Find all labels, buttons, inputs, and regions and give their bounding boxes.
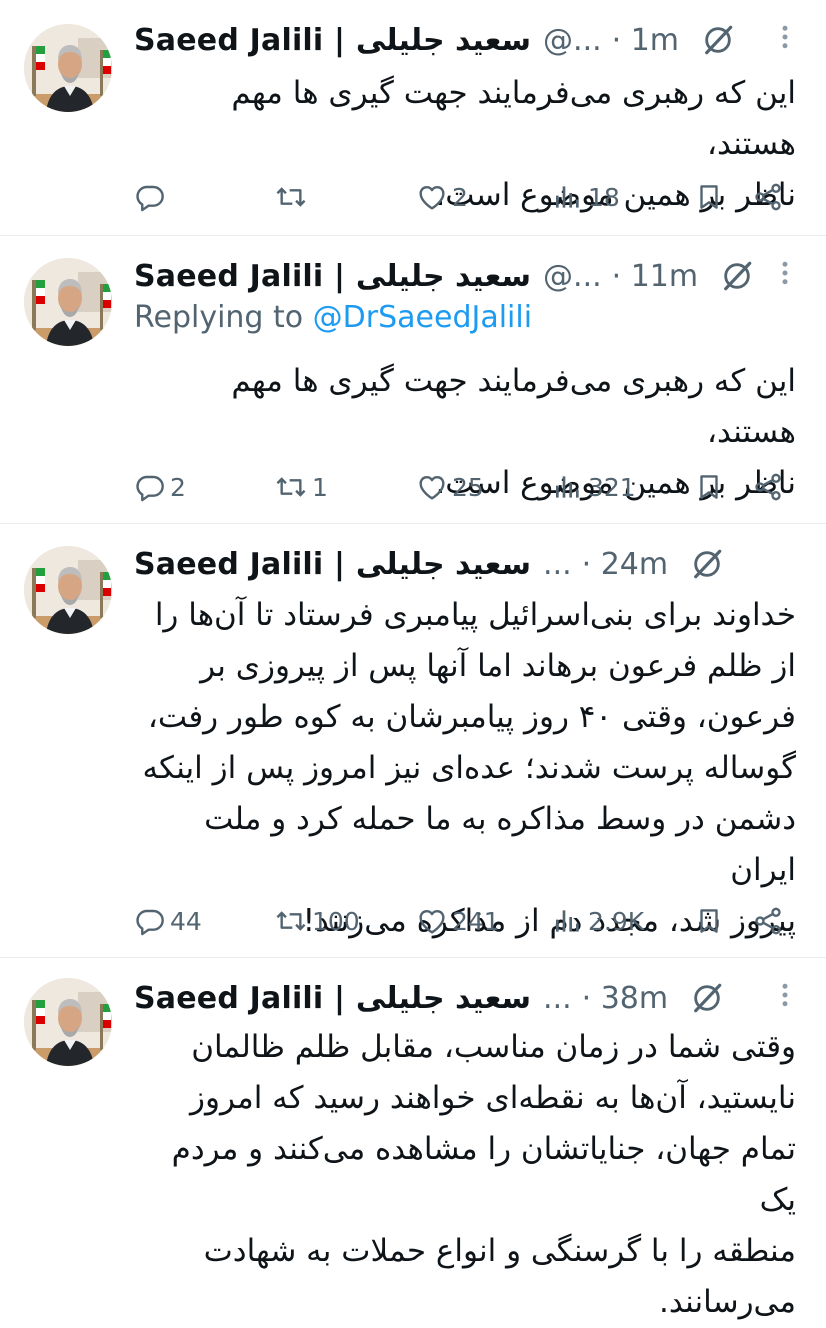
bookmark-icon bbox=[694, 471, 724, 503]
tweet-time[interactable]: · 38m bbox=[582, 981, 668, 1016]
like-button[interactable]: 25 bbox=[416, 462, 484, 512]
more-icon[interactable] bbox=[770, 20, 800, 58]
share-icon bbox=[752, 905, 784, 937]
like-button[interactable]: 2 bbox=[416, 172, 468, 222]
tweet-text-line: می‌رسانند. bbox=[659, 1284, 796, 1320]
author-name[interactable]: Saeed Jalili | سعید جلیلی bbox=[134, 547, 531, 582]
author-handle[interactable]: @... bbox=[543, 23, 602, 58]
views-button[interactable]: 18 bbox=[552, 172, 620, 222]
replying-to-mention[interactable]: @DrSaeedJalili bbox=[313, 300, 532, 335]
bookmark-button[interactable] bbox=[694, 896, 724, 946]
tweet-text-line: تمام جهان، جنایاتشان را مشاهده می‌کنند و… bbox=[171, 1131, 796, 1218]
replying-to: Replying to @DrSaeedJalili bbox=[134, 300, 532, 335]
tweet-text-line: این که رهبری می‌فرمایند جهت گیری ها مهم … bbox=[231, 363, 796, 450]
more-icon[interactable] bbox=[770, 256, 800, 294]
heart-icon bbox=[416, 905, 448, 937]
reply-button[interactable] bbox=[134, 172, 170, 222]
retweet-count: 1 bbox=[312, 472, 328, 502]
tweet-card[interactable]: Saeed Jalili | سعید جلیلی @... · 1m این … bbox=[0, 0, 826, 236]
tweet-text-line: وقتی شما در زمان مناسب، مقابل ظلم ظالمان bbox=[191, 1029, 796, 1065]
tweet-actions: 2 1 25 321 bbox=[0, 462, 826, 512]
retweet-count: 100 bbox=[312, 906, 360, 936]
author-name[interactable]: Saeed Jalili | سعید جلیلی bbox=[134, 259, 531, 294]
avatar[interactable] bbox=[24, 24, 112, 112]
tweet-text-line: فرعون، وقتی ۴۰ روز پیامبرشان به کوه طور … bbox=[147, 699, 796, 735]
share-button[interactable] bbox=[752, 896, 784, 946]
tweet-text-line: این که رهبری می‌فرمایند جهت گیری ها مهم … bbox=[231, 75, 796, 162]
tweet-header: Saeed Jalili | سعید جلیلی ... · 24m bbox=[134, 536, 806, 592]
tweet-header: Saeed Jalili | سعید جلیلی @... · 11m bbox=[134, 248, 806, 304]
grok-icon[interactable] bbox=[701, 23, 735, 57]
views-icon bbox=[552, 905, 584, 937]
like-count: 241 bbox=[452, 906, 500, 936]
tweet-text: وقتی شما در زمان مناسب، مقابل ظلم ظالمان… bbox=[134, 1022, 796, 1328]
tweet-actions: 44 100 241 2.9K bbox=[0, 896, 826, 946]
views-count: 18 bbox=[588, 182, 620, 212]
share-icon bbox=[752, 181, 784, 213]
reply-button[interactable]: 2 bbox=[134, 462, 186, 512]
retweet-icon bbox=[274, 905, 308, 937]
reply-icon bbox=[134, 471, 166, 503]
grok-icon[interactable] bbox=[720, 259, 754, 293]
tweet-card[interactable]: Saeed Jalili | سعید جلیلی ... · 38m وقتی… bbox=[0, 958, 826, 1320]
tweet-time[interactable]: · 11m bbox=[612, 259, 698, 294]
share-button[interactable] bbox=[752, 462, 784, 512]
grok-icon[interactable] bbox=[690, 547, 724, 581]
bookmark-icon bbox=[694, 905, 724, 937]
bookmark-button[interactable] bbox=[694, 462, 724, 512]
share-button[interactable] bbox=[752, 172, 784, 222]
retweet-button[interactable]: 1 bbox=[274, 462, 328, 512]
tweet-time[interactable]: · 1m bbox=[612, 23, 679, 58]
author-handle[interactable]: @... bbox=[543, 259, 602, 294]
heart-icon bbox=[416, 181, 448, 213]
reply-icon bbox=[134, 905, 166, 937]
tweet-text-line: گوساله پرست شدند؛ عده‌ای نیز امروز پس از… bbox=[142, 750, 796, 786]
share-icon bbox=[752, 471, 784, 503]
author-handle[interactable]: ... bbox=[543, 981, 572, 1016]
like-count: 25 bbox=[452, 472, 484, 502]
like-button[interactable]: 241 bbox=[416, 896, 500, 946]
more-icon[interactable] bbox=[770, 978, 800, 1016]
tweet-text-line: خداوند برای بنی‌اسرائیل پیامبری فرستاد ت… bbox=[154, 597, 796, 633]
avatar[interactable] bbox=[24, 978, 112, 1066]
tweet-text-line: منطقه را با گرسنگی و انواع حملات به شهاد… bbox=[203, 1233, 796, 1269]
retweet-icon bbox=[274, 181, 308, 213]
bookmark-button[interactable] bbox=[694, 172, 724, 222]
retweet-icon bbox=[274, 471, 308, 503]
tweet-header: Saeed Jalili | سعید جلیلی @... · 1m bbox=[134, 12, 806, 68]
author-name[interactable]: Saeed Jalili | سعید جلیلی bbox=[134, 981, 531, 1016]
tweet-text-line: دشمن در وسط مذاکره به ما حمله کرد و ملت … bbox=[204, 801, 796, 888]
views-count: 321 bbox=[588, 472, 636, 502]
tweet-actions: 2 18 bbox=[0, 172, 826, 222]
tweet-feed: Saeed Jalili | سعید جلیلی @... · 1m این … bbox=[0, 0, 826, 1320]
reply-icon bbox=[134, 181, 166, 213]
tweet-time[interactable]: · 24m bbox=[582, 547, 668, 582]
views-icon bbox=[552, 181, 584, 213]
bookmark-icon bbox=[694, 181, 724, 213]
author-handle[interactable]: ... bbox=[543, 547, 572, 582]
avatar[interactable] bbox=[24, 258, 112, 346]
tweet-text: خداوند برای بنی‌اسرائیل پیامبری فرستاد ت… bbox=[134, 590, 796, 947]
tweet-card[interactable]: Saeed Jalili | سعید جلیلی ... · 24m خداو… bbox=[0, 524, 826, 958]
replying-to-label: Replying to bbox=[134, 300, 313, 335]
tweet-card[interactable]: Saeed Jalili | سعید جلیلی @... · 11m Rep… bbox=[0, 236, 826, 524]
retweet-button[interactable]: 100 bbox=[274, 896, 360, 946]
reply-count: 44 bbox=[170, 906, 202, 936]
views-button[interactable]: 2.9K bbox=[552, 896, 644, 946]
views-button[interactable]: 321 bbox=[552, 462, 636, 512]
avatar[interactable] bbox=[24, 546, 112, 634]
tweet-text-line: از ظلم فرعون برهاند اما آنها پس از پیروز… bbox=[200, 648, 796, 684]
heart-icon bbox=[416, 471, 448, 503]
views-icon bbox=[552, 471, 584, 503]
like-count: 2 bbox=[452, 182, 468, 212]
tweet-header: Saeed Jalili | سعید جلیلی ... · 38m bbox=[134, 970, 806, 1026]
retweet-button[interactable] bbox=[274, 172, 312, 222]
grok-icon[interactable] bbox=[690, 981, 724, 1015]
views-count: 2.9K bbox=[588, 906, 645, 936]
reply-button[interactable]: 44 bbox=[134, 896, 202, 946]
author-name[interactable]: Saeed Jalili | سعید جلیلی bbox=[134, 23, 531, 58]
reply-count: 2 bbox=[170, 472, 186, 502]
tweet-text-line: نایستید، آن‌ها به نقطه‌ای خواهند رسید که… bbox=[190, 1080, 796, 1116]
